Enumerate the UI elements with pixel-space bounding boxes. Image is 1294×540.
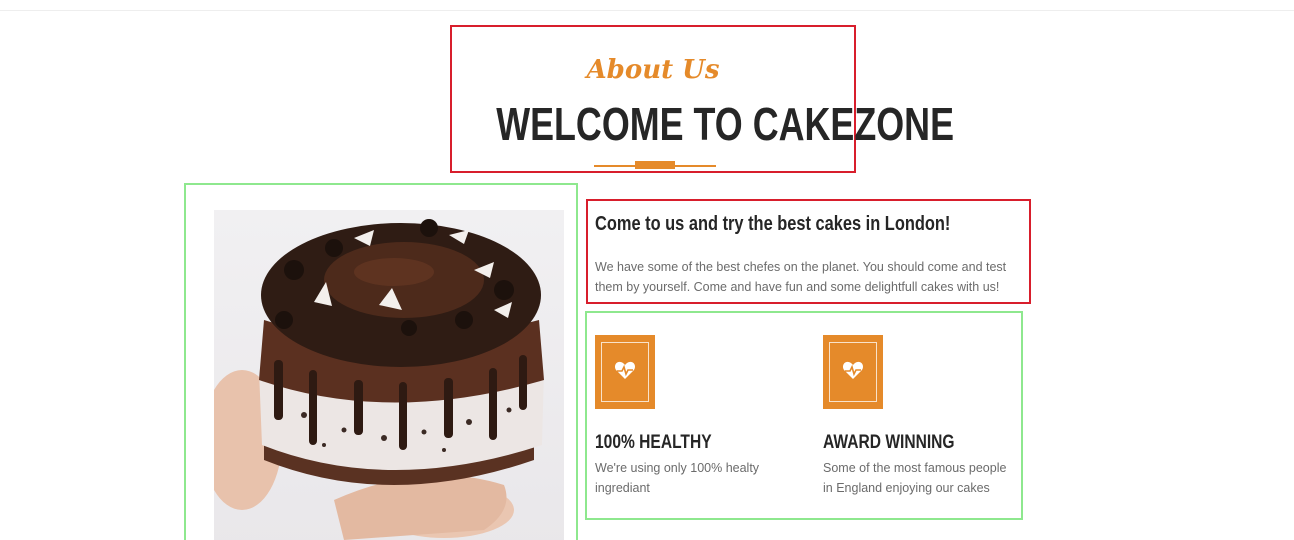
feature-award: AWARD WINNING Some of the most famous pe… [823, 335, 1023, 498]
intro-heading: Come to us and try the best cakes in Lon… [595, 213, 951, 235]
feature-description: We're using only 100% healty ingrediant [595, 461, 760, 495]
heart-pulse-icon [823, 335, 883, 409]
feature-title: AWARD WINNING [823, 432, 955, 453]
about-header: About Us WELCOME TO CAKEZONE [450, 25, 955, 173]
feature-healthy: 100% HEALTHY We're using only 100% healt… [595, 335, 795, 498]
top-divider [0, 10, 1294, 11]
intro-section: Come to us and try the best cakes in Lon… [586, 199, 1031, 304]
about-image-container [184, 183, 578, 540]
heart-pulse-icon [595, 335, 655, 409]
intro-text: We have some of the best chefes on the p… [595, 260, 1007, 294]
feature-description: Some of the most famous people in Englan… [823, 461, 1007, 495]
feature-title: 100% HEALTHY [595, 432, 712, 453]
features-section: 100% HEALTHY We're using only 100% healt… [585, 311, 1023, 520]
about-kicker: About Us [586, 55, 720, 85]
cake-photo [214, 210, 564, 540]
page-title: WELCOME TO CAKEZONE [496, 98, 955, 150]
title-divider-accent [635, 161, 675, 169]
about-page: About Us WELCOME TO CAKEZONE Come to us … [0, 0, 1294, 540]
cake-illustration [214, 219, 544, 540]
